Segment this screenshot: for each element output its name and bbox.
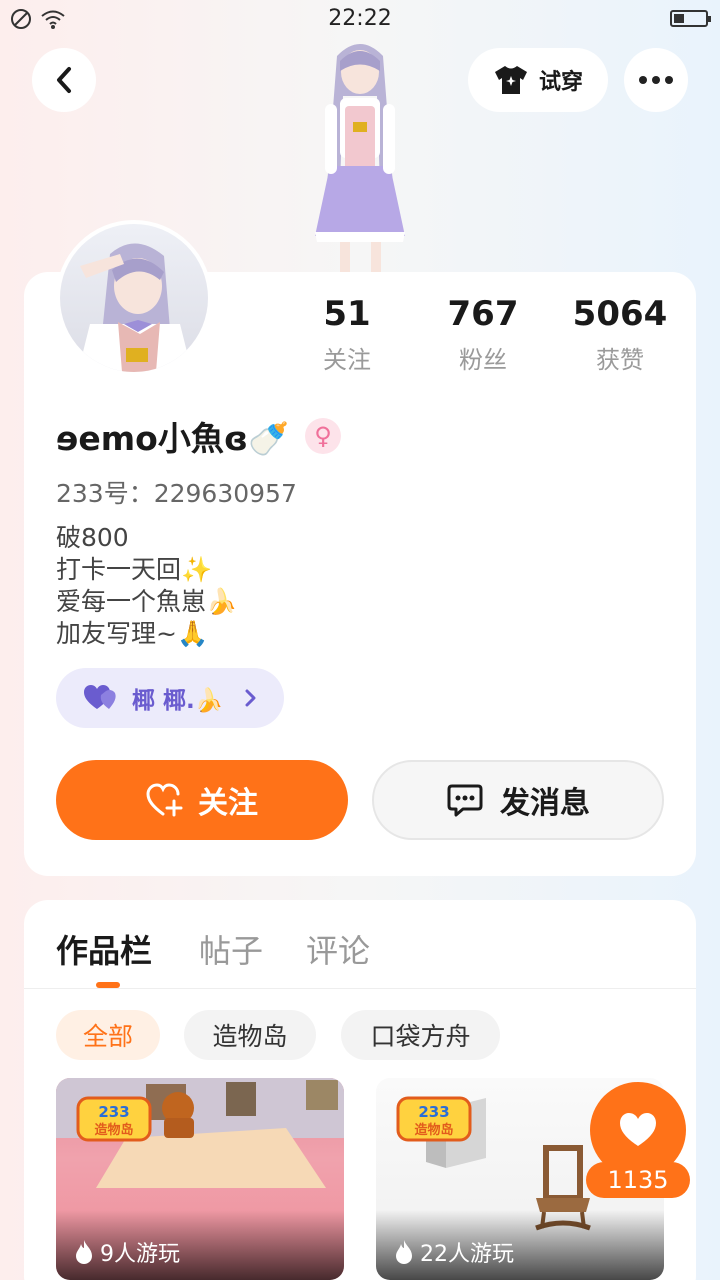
more-button[interactable] (624, 48, 688, 112)
stat-following-label: 关注 (323, 346, 371, 374)
back-button[interactable] (32, 48, 96, 112)
female-gender-icon: ♀ (305, 418, 342, 454)
filter-pocket-ark[interactable]: 口袋方舟 (341, 1010, 500, 1060)
stat-followers[interactable]: 767 粉丝 (423, 294, 543, 375)
more-dot-icon (652, 76, 660, 84)
stat-likes[interactable]: 5064 获赞 (560, 294, 680, 375)
stat-followers-count: 767 (447, 294, 519, 334)
user-id[interactable]: 233号：229630957 (56, 474, 297, 510)
svg-text:233: 233 (98, 1103, 129, 1121)
stat-following[interactable]: 51 关注 (287, 294, 407, 375)
creation-island-logo: 233 造物岛 (396, 1096, 472, 1142)
purple-heart-icon (84, 685, 116, 709)
try-on-label: 试穿 (538, 70, 583, 95)
heart-plus-icon (146, 783, 183, 817)
play-count: 22人游玩 (394, 1236, 514, 1268)
avatar-portrait (78, 243, 192, 372)
tab-posts[interactable]: 帖子 (199, 926, 263, 972)
follow-button[interactable]: 关注 (56, 760, 348, 840)
stat-likes-count: 5064 (572, 294, 668, 334)
follow-label: 关注 (198, 786, 258, 821)
more-dot-icon (639, 76, 647, 84)
bio-line: 打卡一天回✨ (56, 555, 213, 584)
status-time: 22:22 (328, 6, 392, 31)
play-count: 9人游玩 (74, 1236, 180, 1268)
chat-bubble-icon (447, 784, 483, 817)
chevron-right-icon (245, 689, 256, 707)
chevron-left-icon (57, 67, 71, 93)
flame-icon (76, 1240, 92, 1264)
bio-line: 爱每一个魚崽🍌 (56, 587, 238, 616)
svg-text:造物岛: 造物岛 (414, 1122, 453, 1138)
bio-line: 破800 (56, 523, 129, 552)
message-label: 发消息 (500, 786, 590, 821)
nickname-row: ɘemo小魚ɞ🍼 ♀ (56, 412, 342, 460)
try-on-button[interactable]: 试穿 (468, 48, 608, 112)
avatar[interactable] (56, 220, 212, 376)
shirt-sparkle-icon (494, 66, 527, 94)
play-count-label: 9人游玩 (100, 1242, 180, 1267)
work-card[interactable]: 233 造物岛 9人游玩 (56, 1078, 344, 1280)
flame-icon (396, 1240, 412, 1264)
relationship-tag-label: 椰 椰.🍌 (132, 688, 224, 714)
tab-works[interactable]: 作品栏 (56, 926, 152, 972)
message-button[interactable]: 发消息 (372, 760, 664, 840)
filter-creation-island[interactable]: 造物岛 (184, 1010, 316, 1060)
play-count-label: 22人游玩 (420, 1242, 514, 1267)
svg-text:造物岛: 造物岛 (94, 1122, 133, 1138)
filter-all[interactable]: 全部 (56, 1010, 160, 1060)
bio: 破800 打卡一天回✨ 爱每一个魚崽🍌 加友写理~🙏 (56, 522, 237, 650)
bio-line: 加友写理~🙏 (56, 619, 209, 648)
tab-comments[interactable]: 评论 (306, 926, 370, 972)
like-count: 1135 (586, 1162, 690, 1198)
battery-icon (670, 10, 711, 27)
relationship-tag[interactable]: 椰 椰.🍌 (56, 668, 284, 728)
svg-text:233: 233 (418, 1103, 449, 1121)
stat-followers-label: 粉丝 (459, 346, 507, 374)
heart-icon (620, 1113, 656, 1146)
stat-likes-label: 获赞 (596, 346, 644, 374)
stat-following-count: 51 (323, 294, 371, 334)
more-dot-icon (665, 76, 673, 84)
status-bar: 22:22 (0, 0, 720, 40)
avatar-3d-figure (285, 36, 435, 276)
creation-island-logo: 233 造物岛 (76, 1096, 152, 1142)
nickname: ɘemo小魚ɞ🍼 (56, 419, 290, 458)
divider (24, 988, 696, 989)
